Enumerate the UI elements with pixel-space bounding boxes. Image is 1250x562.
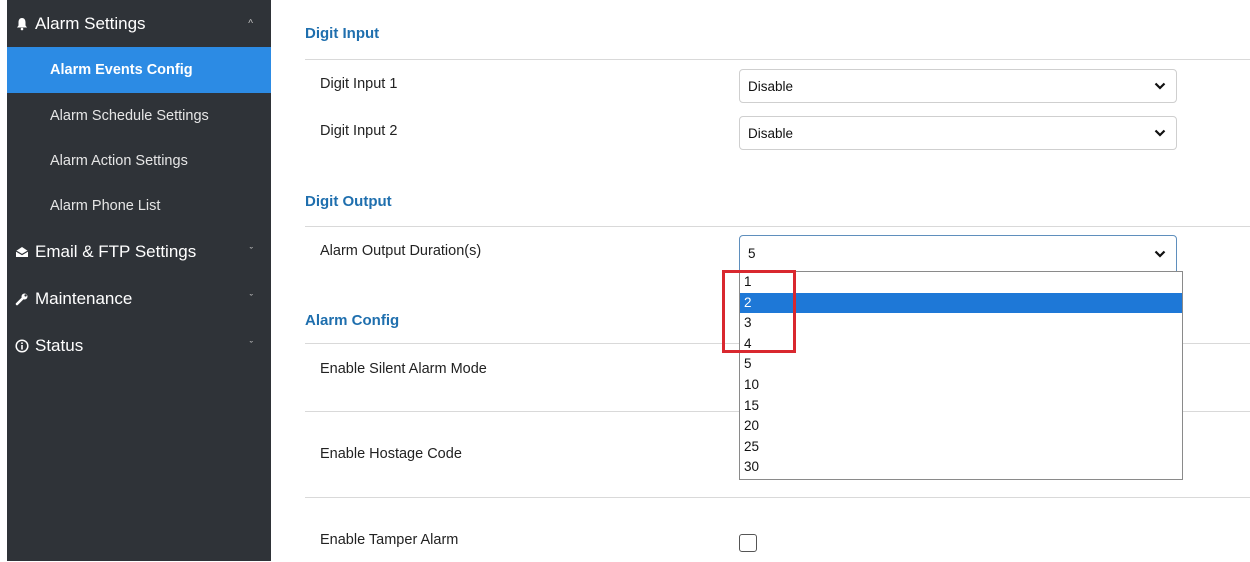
chevron-down-icon: ˇ <box>249 293 253 304</box>
nav-group-label: Status <box>35 335 84 355</box>
dropdown-option[interactable]: 30 <box>740 457 1182 478</box>
chevron-down-icon: ˇ <box>249 340 253 351</box>
row-label: Alarm Output Duration(s) <box>320 243 482 259</box>
sidebar: Alarm Settings ^ Alarm Events Config Ala… <box>7 0 271 561</box>
chevron-down-icon <box>1154 250 1166 258</box>
row-label: Enable Tamper Alarm <box>320 532 459 548</box>
dropdown-option[interactable]: 3 <box>740 313 1182 334</box>
form-row: Alarm Output Duration(s) 5 <box>305 226 1250 275</box>
sidebar-item-label: Alarm Events Config <box>50 62 193 78</box>
wrench-icon <box>15 292 29 306</box>
dropdown-option[interactable]: 5 <box>740 354 1182 375</box>
form-row: Digit Input 1 Disable <box>305 59 1250 108</box>
chevron-down-icon <box>1154 129 1166 137</box>
nav-group-label: Alarm Settings <box>35 13 146 33</box>
row-label: Digit Input 2 <box>320 123 398 139</box>
chevron-down-icon: ˇ <box>249 246 253 257</box>
form-row: Digit Input 2 Disable <box>305 107 1250 155</box>
dropdown-option-selected[interactable]: 2 <box>740 292 1182 314</box>
row-label: Enable Hostage Code <box>320 446 462 462</box>
info-icon <box>15 338 29 353</box>
section-title-digit-input: Digit Input <box>305 25 380 42</box>
chevron-up-icon: ^ <box>248 18 253 29</box>
dropdown-option[interactable]: 15 <box>740 396 1182 417</box>
sidebar-item-alarm-action-settings[interactable]: Alarm Action Settings <box>7 138 271 183</box>
select-value: Disable <box>748 125 794 141</box>
sidebar-item-alarm-phone-list[interactable]: Alarm Phone List <box>7 183 271 228</box>
alarm-output-duration-dropdown: 1 2 3 4 5 10 15 20 25 30 <box>739 271 1183 480</box>
mail-icon <box>15 245 29 259</box>
bell-icon <box>15 17 29 31</box>
row-label: Enable Silent Alarm Mode <box>320 361 487 377</box>
digit-input-1-select[interactable]: Disable <box>739 69 1177 103</box>
chevron-down-icon <box>1154 82 1166 90</box>
nav-group-maintenance[interactable]: Maintenance ˇ <box>7 275 271 322</box>
annotation-highlight-box <box>722 270 796 353</box>
main-content: Digit Input Digit Input 1 Disable Digit … <box>305 0 1250 561</box>
dropdown-option[interactable]: 10 <box>740 375 1182 396</box>
enable-tamper-alarm-checkbox[interactable] <box>739 534 757 552</box>
form-row: Enable Tamper Alarm <box>305 497 1250 562</box>
sidebar-item-alarm-events-config[interactable]: Alarm Events Config <box>7 47 271 93</box>
dropdown-option[interactable]: 4 <box>740 334 1182 355</box>
nav-group-email-ftp-settings[interactable]: Email & FTP Settings ˇ <box>7 228 271 275</box>
dropdown-option[interactable]: 1 <box>740 272 1182 293</box>
row-label: Digit Input 1 <box>320 76 398 92</box>
dropdown-option[interactable]: 20 <box>740 416 1182 437</box>
sidebar-item-label: Alarm Schedule Settings <box>50 107 209 124</box>
nav-group-alarm-settings[interactable]: Alarm Settings ^ <box>7 0 271 47</box>
nav-group-label: Email & FTP Settings <box>35 241 197 261</box>
nav-group-status[interactable]: Status ˇ <box>7 322 271 369</box>
section-title-digit-output: Digit Output <box>305 193 392 210</box>
dropdown-option[interactable]: 25 <box>740 437 1182 458</box>
section-title-alarm-config: Alarm Config <box>305 312 400 329</box>
nav-group-label: Maintenance <box>35 288 133 308</box>
select-value: 5 <box>748 246 756 261</box>
digit-input-2-select[interactable]: Disable <box>739 116 1177 150</box>
select-value: Disable <box>748 78 794 94</box>
sidebar-item-label: Alarm Phone List <box>50 197 161 214</box>
alarm-output-duration-select[interactable]: 5 <box>739 235 1177 272</box>
sidebar-item-alarm-schedule-settings[interactable]: Alarm Schedule Settings <box>7 93 271 138</box>
sidebar-item-label: Alarm Action Settings <box>50 152 188 169</box>
